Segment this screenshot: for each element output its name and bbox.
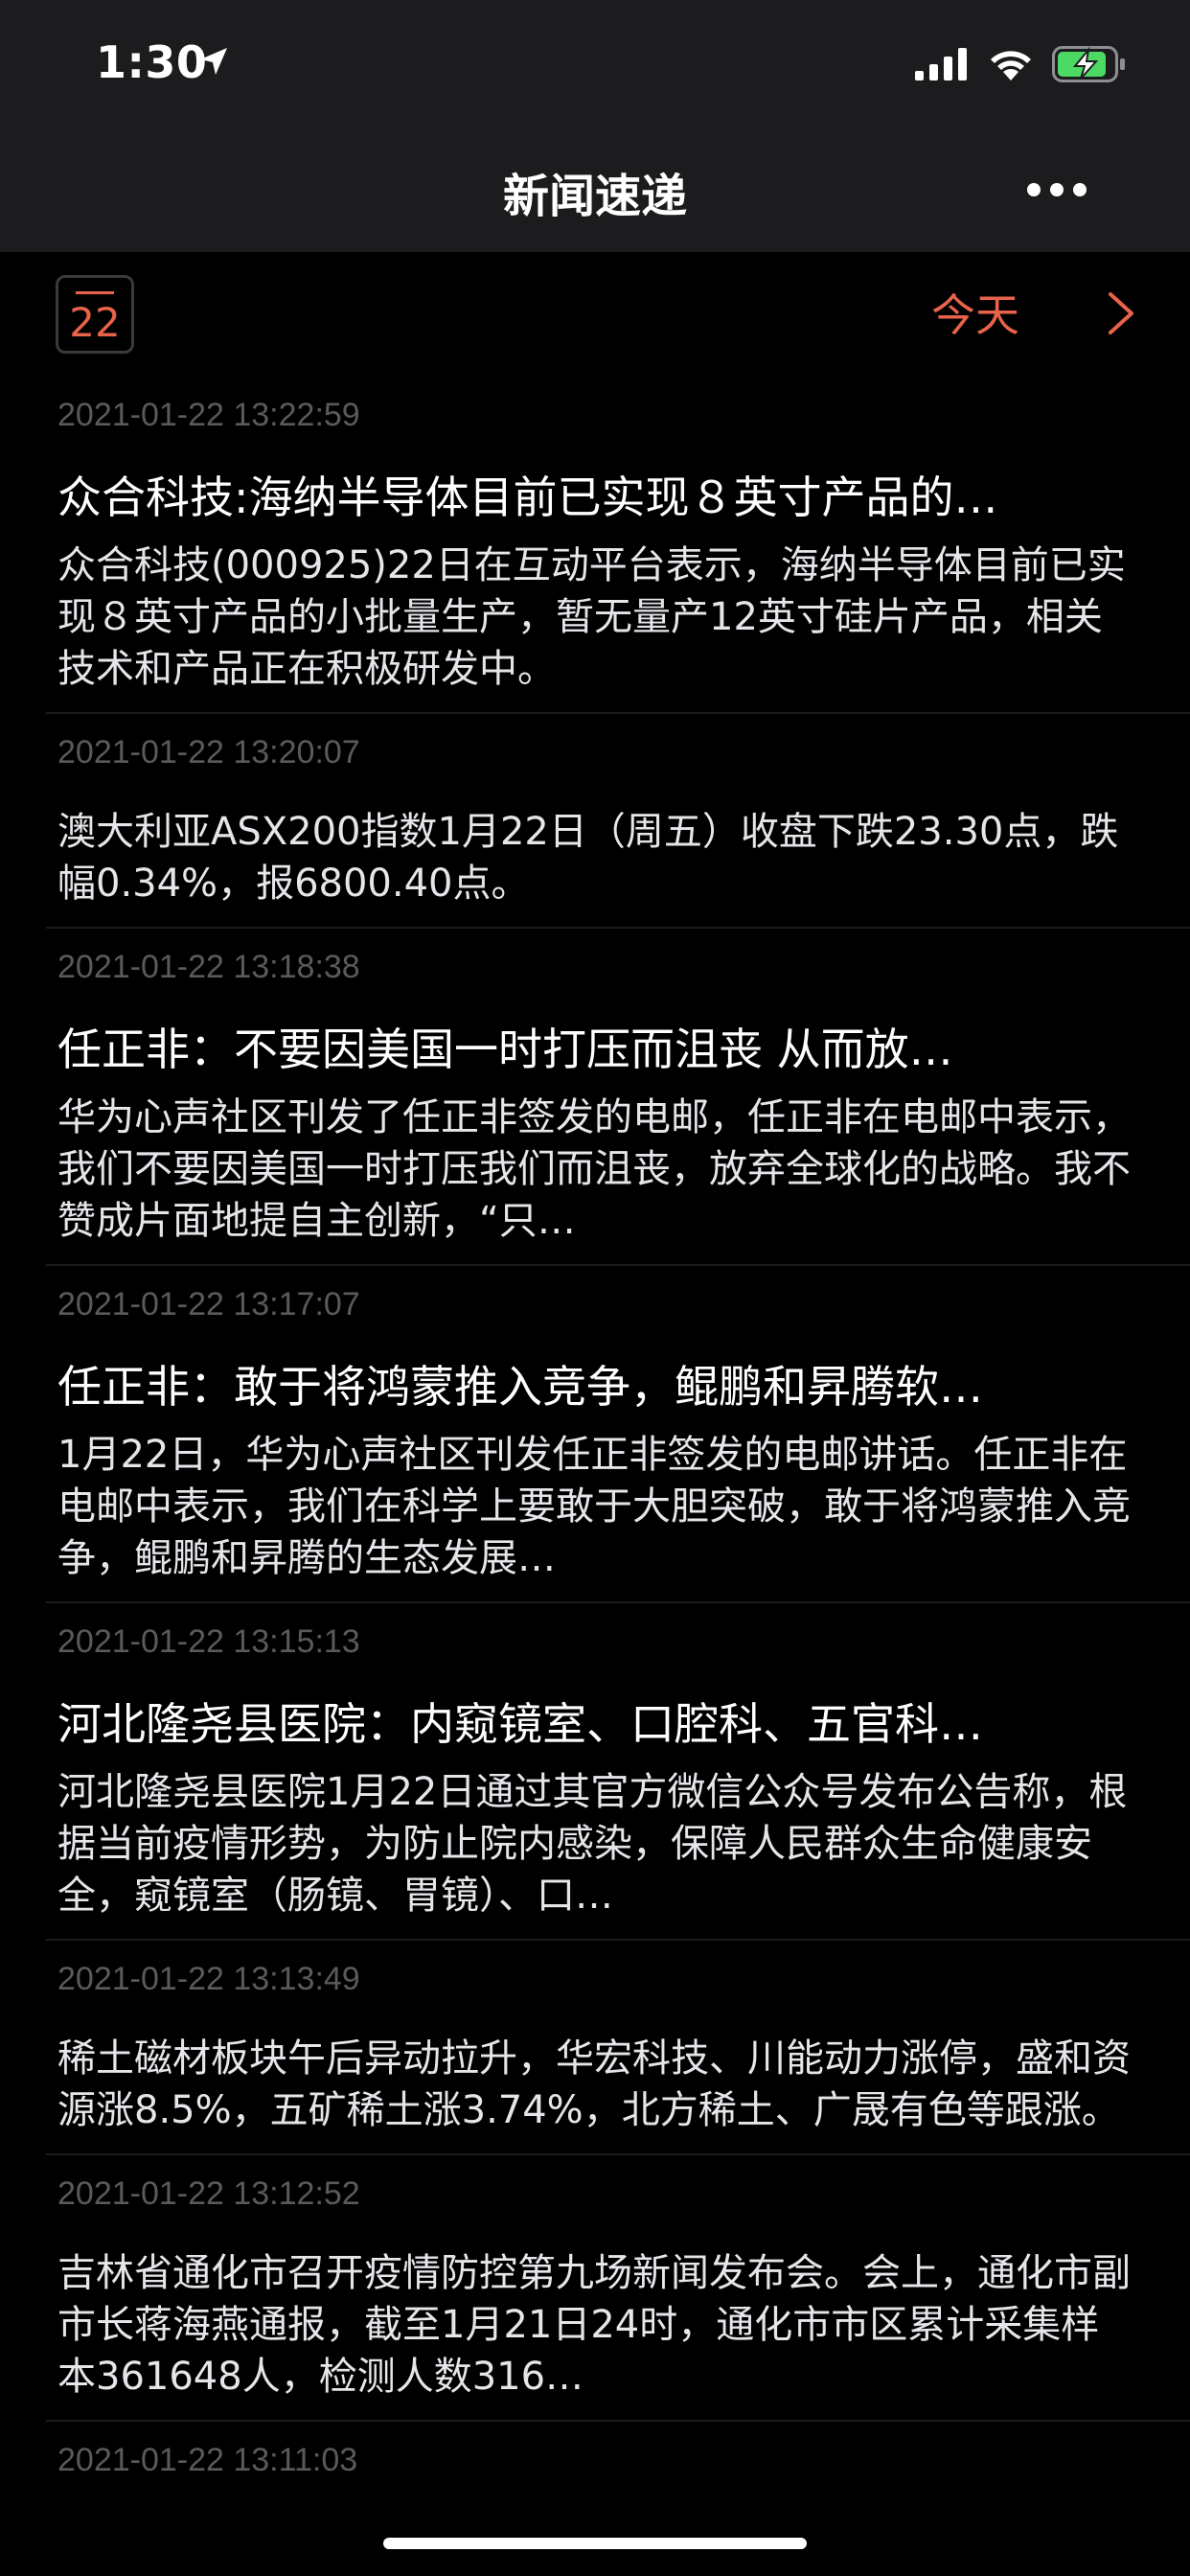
news-item[interactable]: 2021-01-22 13:11:03: [46, 2422, 1190, 2481]
wifi-icon: [991, 51, 1031, 80]
page-title: 新闻速递: [502, 170, 687, 223]
news-timestamp: 2021-01-22 13:18:38: [57, 949, 360, 985]
news-summary: 河北隆尧县医院1月22日通过其官方微信公众号发布公告称，根据当前疫情形势，为防止…: [57, 1770, 1128, 1918]
news-summary: 稀土磁材板块午后异动拉升，华宏科技、川能动力涨停，盛和资源涨8.5%，五矿稀土涨…: [57, 2036, 1131, 2132]
news-timestamp: 2021-01-22 13:22:59: [57, 397, 360, 433]
news-item[interactable]: 2021-01-22 13:15:13 河北隆尧县医院：内窥镜室、口腔科、五官科…: [46, 1603, 1190, 1941]
news-item[interactable]: 2021-01-22 13:18:38 任正非：不要因美国一时打压而沮丧 从而放…: [46, 929, 1190, 1266]
news-title: 任正非：敢于将鸿蒙推入竞争，鲲鹏和昇腾软…: [57, 1361, 983, 1413]
news-item[interactable]: 2021-01-22 13:20:07 澳大利亚ASX200指数1月22日（周五…: [46, 714, 1190, 929]
location-arrow-icon: [200, 48, 227, 75]
calendar-day: 22: [69, 299, 121, 346]
news-timestamp: 2021-01-22 13:15:13: [57, 1623, 360, 1660]
news-timestamp: 2021-01-22 13:11:03: [57, 2442, 358, 2478]
news-summary: 众合科技(000925)22日在互动平台表示，海纳半导体目前已实现８英寸产品的小…: [57, 543, 1126, 691]
status-bar: 1:30: [0, 0, 1190, 129]
calendar-icon[interactable]: 22: [56, 275, 134, 354]
date-selector-bar: 22 今天: [0, 252, 1190, 377]
status-time: 1:30: [96, 36, 208, 88]
news-title: 众合科技:海纳半导体目前已实现８英寸产品的…: [57, 472, 998, 523]
news-timestamp: 2021-01-22 13:20:07: [57, 734, 360, 770]
news-summary: 吉林省通化市召开疫情防控第九场新闻发布会。会上，通化市副市长蒋海燕通报，截至1月…: [57, 2251, 1131, 2399]
news-feed: 2021-01-22 13:22:59 众合科技:海纳半导体目前已实现８英寸产品…: [0, 377, 1190, 2481]
news-title: 任正非：不要因美国一时打压而沮丧 从而放…: [57, 1024, 953, 1075]
news-item[interactable]: 2021-01-22 13:12:52 吉林省通化市召开疫情防控第九场新闻发布会…: [46, 2155, 1190, 2422]
news-item[interactable]: 2021-01-22 13:17:07 任正非：敢于将鸿蒙推入竞争，鲲鹏和昇腾软…: [46, 1266, 1190, 1603]
news-item[interactable]: 2021-01-22 13:22:59 众合科技:海纳半导体目前已实现８英寸产品…: [46, 377, 1190, 714]
news-timestamp: 2021-01-22 13:13:49: [57, 1961, 360, 1997]
news-summary: 1月22日，华为心声社区刊发任正非签发的电邮讲话。任正非在电邮中表示，我们在科学…: [57, 1433, 1131, 1580]
cellular-signal-icon: [915, 48, 967, 80]
chevron-right-icon[interactable]: [1107, 290, 1135, 336]
news-summary: 澳大利亚ASX200指数1月22日（周五）收盘下跌23.30点，跌幅0.34%，…: [57, 810, 1119, 906]
news-title: 河北隆尧县医院：内窥镜室、口腔科、五官科…: [57, 1698, 983, 1750]
news-summary: 华为心声社区刊发了任正非签发的电邮，任正非在电邮中表示，我们不要因美国一时打压我…: [57, 1095, 1131, 1243]
news-item[interactable]: 2021-01-22 13:13:49 稀土磁材板块午后异动拉升，华宏科技、川能…: [46, 1941, 1190, 2155]
news-timestamp: 2021-01-22 13:12:52: [57, 2175, 360, 2212]
navigation-bar: 新闻速递: [0, 129, 1190, 252]
more-options-icon[interactable]: [1027, 183, 1087, 196]
home-indicator[interactable]: [383, 2538, 807, 2549]
today-button[interactable]: 今天: [931, 281, 1019, 344]
calendar-line: [76, 291, 114, 294]
battery-charging-icon: [1052, 46, 1125, 82]
news-timestamp: 2021-01-22 13:17:07: [57, 1286, 360, 1322]
